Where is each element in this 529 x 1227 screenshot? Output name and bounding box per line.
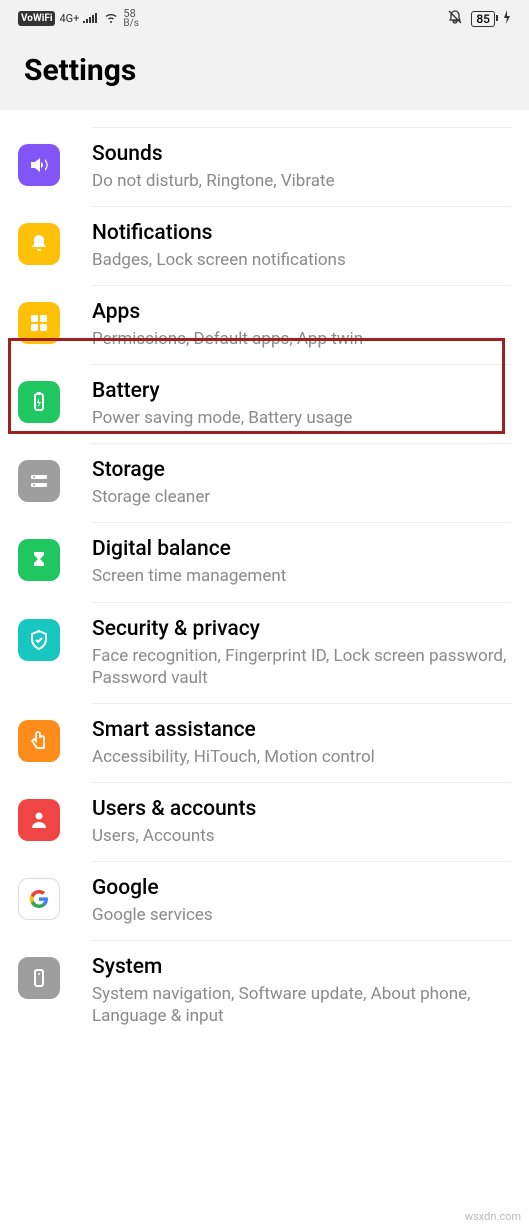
hourglass-icon	[18, 539, 60, 581]
google-icon	[18, 878, 60, 920]
battery-indicator: 85	[471, 11, 495, 27]
battery-value: 85	[476, 12, 490, 26]
item-title: Security & privacy	[92, 617, 511, 641]
battery-icon	[18, 381, 60, 423]
apps-icon	[18, 302, 60, 344]
storage-icon	[18, 460, 60, 502]
settings-item-battery[interactable]: Battery Power saving mode, Battery usage	[0, 365, 529, 444]
vowifi-badge: VoWiFi	[18, 11, 55, 26]
shield-icon	[18, 619, 60, 661]
item-title: Smart assistance	[92, 718, 511, 742]
item-subtitle: Users, Accounts	[92, 825, 511, 847]
settings-item-sounds[interactable]: Sounds Do not disturb, Ringtone, Vibrate	[0, 128, 529, 207]
signal-icon	[83, 11, 99, 27]
item-title: Apps	[92, 300, 511, 324]
settings-item-google[interactable]: Google Google services	[0, 862, 529, 941]
sounds-icon	[18, 144, 60, 186]
user-icon	[18, 799, 60, 841]
settings-item-smart-assistance[interactable]: Smart assistance Accessibility, HiTouch,…	[0, 704, 529, 783]
settings-list[interactable]: Sounds Do not disturb, Ringtone, Vibrate…	[0, 128, 529, 1041]
item-title: Digital balance	[92, 537, 511, 561]
item-subtitle: Power saving mode, Battery usage	[92, 407, 511, 429]
speed-unit: B/s	[123, 19, 139, 29]
system-icon	[18, 957, 60, 999]
item-title: Battery	[92, 379, 511, 403]
item-title: System	[92, 955, 511, 979]
status-left: VoWiFi 4G+ 58 B/s	[18, 8, 139, 29]
settings-item-apps[interactable]: Apps Permissions, Default apps, App twin	[0, 286, 529, 365]
item-subtitle: Permissions, Default apps, App twin	[92, 328, 511, 350]
item-title: Storage	[92, 458, 511, 482]
item-subtitle: Storage cleaner	[92, 486, 511, 508]
settings-item-digital-balance[interactable]: Digital balance Screen time management	[0, 523, 529, 602]
item-subtitle: Do not disturb, Ringtone, Vibrate	[92, 170, 511, 192]
watermark: wsxdn.com	[465, 1210, 521, 1223]
item-subtitle: Badges, Lock screen notifications	[92, 249, 511, 271]
wifi-icon	[103, 11, 119, 27]
item-subtitle: Screen time management	[92, 565, 511, 587]
network-type: 4G+	[59, 12, 79, 25]
settings-item-users-accounts[interactable]: Users & accounts Users, Accounts	[0, 783, 529, 862]
previous-item-edge	[92, 110, 511, 128]
charging-icon	[503, 10, 511, 28]
item-subtitle: Google services	[92, 904, 511, 926]
hand-icon	[18, 720, 60, 762]
page-title: Settings	[24, 53, 505, 88]
status-right: 85	[447, 9, 511, 29]
item-title: Notifications	[92, 221, 511, 245]
item-subtitle: System navigation, Software update, Abou…	[92, 983, 511, 1027]
settings-item-security[interactable]: Security & privacy Face recognition, Fin…	[0, 603, 529, 704]
item-title: Sounds	[92, 142, 511, 166]
mute-icon	[447, 9, 463, 29]
item-title: Users & accounts	[92, 797, 511, 821]
status-bar: VoWiFi 4G+ 58 B/s 85	[0, 0, 529, 33]
bell-icon	[18, 223, 60, 265]
settings-item-notifications[interactable]: Notifications Badges, Lock screen notifi…	[0, 207, 529, 286]
settings-item-storage[interactable]: Storage Storage cleaner	[0, 444, 529, 523]
network-speed: 58 B/s	[123, 8, 139, 29]
settings-item-system[interactable]: System System navigation, Software updat…	[0, 941, 529, 1041]
item-subtitle: Accessibility, HiTouch, Motion control	[92, 746, 511, 768]
page-header: Settings	[0, 33, 529, 110]
item-title: Google	[92, 876, 511, 900]
item-subtitle: Face recognition, Fingerprint ID, Lock s…	[92, 645, 511, 689]
